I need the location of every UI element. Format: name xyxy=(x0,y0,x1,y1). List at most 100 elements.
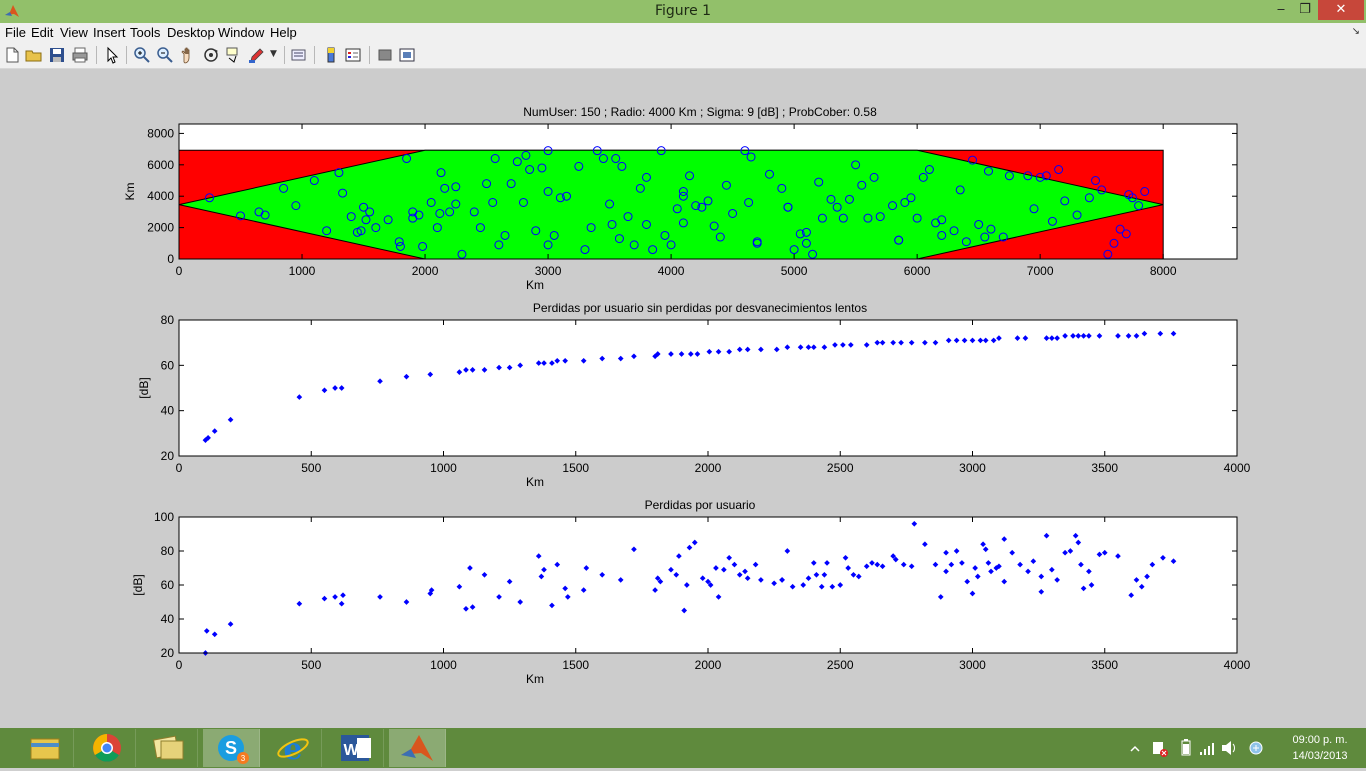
print-icon[interactable] xyxy=(71,46,89,64)
insert-legend-icon[interactable] xyxy=(344,46,362,64)
figure-toolbar: ▼ xyxy=(0,42,1366,69)
x-tick-label: 4000 xyxy=(1224,461,1251,475)
menu-help[interactable]: Help xyxy=(270,25,297,40)
matlab-icon xyxy=(401,735,433,761)
x-tick-label: 2000 xyxy=(412,264,439,278)
skype-badge: 3 xyxy=(241,754,246,763)
window-titlebar[interactable]: Figure 1 ‒ ❐ ✕ xyxy=(0,0,1366,24)
y-tick-label: 60 xyxy=(161,358,175,372)
x-axis-label: Km xyxy=(526,475,544,489)
open-file-icon[interactable] xyxy=(25,46,43,64)
svg-text:S: S xyxy=(225,738,237,758)
maximize-button[interactable]: ❐ xyxy=(1292,0,1318,20)
x-tick-label: 3000 xyxy=(959,461,986,475)
action-center-icon[interactable] xyxy=(1150,728,1170,768)
y-axis-label: Km xyxy=(123,182,137,200)
show-hidden-icons-icon[interactable] xyxy=(1128,728,1142,768)
svg-text:W: W xyxy=(343,742,359,759)
chart-title: Perdidas por usuario xyxy=(645,498,756,512)
rotate-3d-icon[interactable] xyxy=(202,46,220,64)
x-tick-label: 4000 xyxy=(1224,658,1251,672)
x-tick-label: 2500 xyxy=(827,461,854,475)
y-axis-label: [dB] xyxy=(131,574,145,595)
menu-tools[interactable]: Tools xyxy=(130,25,160,40)
toolbar-separator xyxy=(314,46,315,64)
x-tick-label: 6000 xyxy=(904,264,931,278)
y-tick-label: 4000 xyxy=(147,189,174,203)
x-tick-label: 1000 xyxy=(430,461,457,475)
brush-dropdown-arrow-icon[interactable]: ▼ xyxy=(270,49,277,59)
toolbar-separator xyxy=(126,46,127,64)
save-icon[interactable] xyxy=(48,46,66,64)
menu-view[interactable]: View xyxy=(60,25,88,40)
battery-icon[interactable] xyxy=(1178,728,1194,768)
x-tick-label: 5000 xyxy=(781,264,808,278)
y-tick-label: 20 xyxy=(161,449,175,463)
edit-plot-icon[interactable] xyxy=(103,46,121,64)
taskbar-skype[interactable]: S 3 xyxy=(203,729,260,767)
word-icon: W xyxy=(341,735,371,761)
insert-colorbar-icon[interactable] xyxy=(322,46,340,64)
data-cursor-icon[interactable] xyxy=(225,46,243,64)
x-tick-label: 0 xyxy=(176,658,183,672)
menu-edit[interactable]: Edit xyxy=(31,25,53,40)
chart-title: Perdidas por usuario sin perdidas por de… xyxy=(533,301,867,315)
y-tick-label: 20 xyxy=(161,646,175,660)
taskbar: S 3 e W 09:00 p. m. 14/03/2013 xyxy=(0,728,1366,768)
chrome-icon xyxy=(93,734,121,762)
dock-arrow-icon[interactable]: ↘ xyxy=(1352,26,1360,37)
y-tick-label: 8000 xyxy=(147,126,174,140)
y-tick-label: 100 xyxy=(154,510,174,524)
x-tick-label: 1000 xyxy=(289,264,316,278)
taskbar-file-explorer[interactable] xyxy=(17,729,74,767)
toolbar-separator xyxy=(369,46,370,64)
x-tick-label: 1500 xyxy=(562,658,589,672)
chart-title: NumUser: 150 ; Radio: 4000 Km ; Sigma: 9… xyxy=(523,105,877,119)
menu-file[interactable]: File xyxy=(5,25,26,40)
x-tick-label: 2000 xyxy=(695,461,722,475)
taskbar-libraries[interactable] xyxy=(141,729,198,767)
menu-window[interactable]: Window xyxy=(218,25,264,40)
clock-time: 09:00 p. m. xyxy=(1292,734,1348,746)
system-clock[interactable]: 09:00 p. m. 14/03/2013 xyxy=(1278,732,1362,764)
new-figure-icon[interactable] xyxy=(3,46,21,64)
menu-desktop[interactable]: Desktop xyxy=(167,25,215,40)
y-tick-label: 2000 xyxy=(147,221,174,235)
zoom-out-icon[interactable] xyxy=(156,46,174,64)
menu-bar: File Edit View Insert Tools Desktop Wind… xyxy=(0,23,1366,42)
minimize-button[interactable]: ‒ xyxy=(1268,0,1294,20)
x-tick-label: 3500 xyxy=(1091,461,1118,475)
x-tick-label: 2000 xyxy=(695,658,722,672)
figure-canvas: 0 1000 2000 3000 4000 5000 6000 7000 8000 0 2000 40… xyxy=(0,69,1366,728)
x-tick-label: 0 xyxy=(176,264,183,278)
zoom-in-icon[interactable] xyxy=(133,46,151,64)
x-tick-label: 0 xyxy=(176,461,183,475)
volume-icon[interactable] xyxy=(1220,728,1238,768)
taskbar-word[interactable]: W xyxy=(327,729,384,767)
y-tick-label: 80 xyxy=(161,544,175,558)
libraries-icon xyxy=(153,735,184,760)
taskbar-internet-explorer[interactable]: e xyxy=(265,729,322,767)
menu-insert[interactable]: Insert xyxy=(93,25,126,40)
x-tick-label: 4000 xyxy=(658,264,685,278)
link-plot-icon[interactable] xyxy=(290,46,308,64)
svg-text:e: e xyxy=(283,732,302,767)
brush-icon[interactable] xyxy=(248,46,266,64)
hide-plot-tools-icon[interactable] xyxy=(376,46,394,64)
x-axis-label: Km xyxy=(526,672,544,686)
x-tick-label: 1500 xyxy=(562,461,589,475)
pan-icon[interactable] xyxy=(179,46,197,64)
x-tick-label: 3000 xyxy=(535,264,562,278)
show-plot-tools-icon[interactable] xyxy=(398,46,416,64)
x-tick-label: 7000 xyxy=(1027,264,1054,278)
network-sync-icon[interactable] xyxy=(1246,728,1266,768)
x-tick-label: 1000 xyxy=(430,658,457,672)
y-tick-label: 6000 xyxy=(147,158,174,172)
taskbar-chrome[interactable] xyxy=(79,729,136,767)
x-tick-label: 2500 xyxy=(827,658,854,672)
toolbar-separator xyxy=(284,46,285,64)
signal-icon[interactable] xyxy=(1198,728,1216,768)
close-button[interactable]: ✕ xyxy=(1318,0,1364,20)
internet-explorer-icon: e xyxy=(277,732,309,767)
taskbar-matlab[interactable] xyxy=(389,729,446,767)
